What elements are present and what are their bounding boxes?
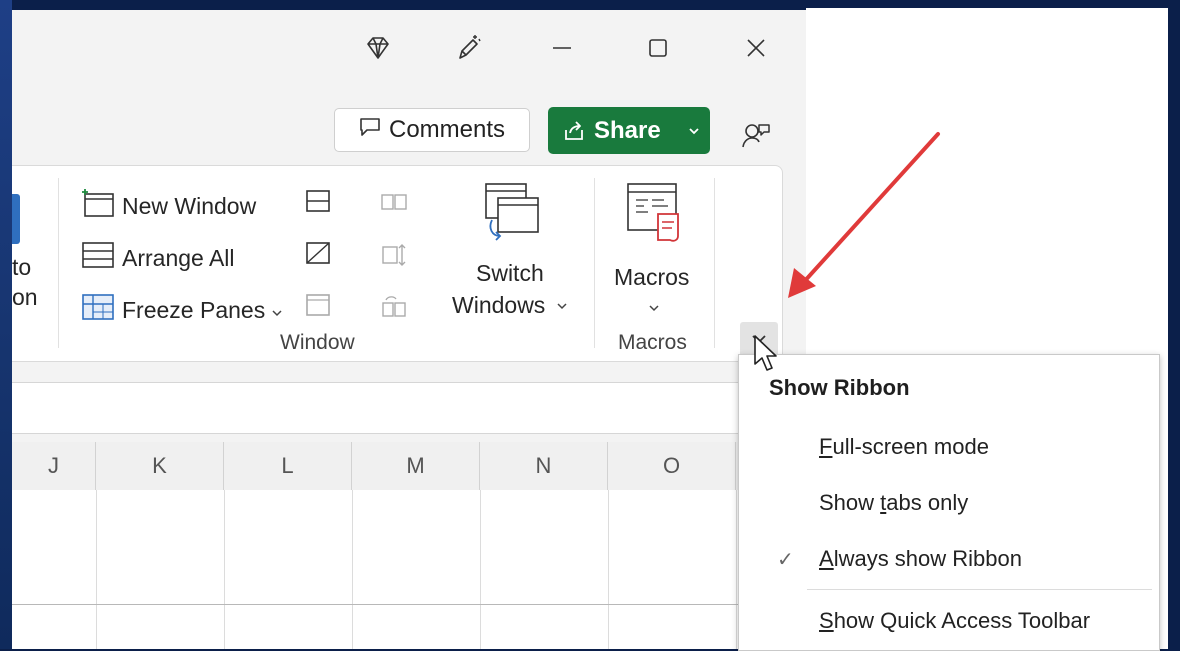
- ribbon-group-separator: [714, 178, 715, 348]
- macros-label: Macros: [614, 264, 690, 290]
- new-window-button[interactable]: New Window: [80, 188, 256, 224]
- split-button[interactable]: [304, 188, 332, 220]
- switch-windows-icon: [478, 180, 542, 247]
- menu-item-label: Show Quick Access Toolbar: [819, 608, 1091, 633]
- column-header-l[interactable]: L: [224, 442, 352, 490]
- close-icon[interactable]: [734, 28, 778, 68]
- grid-line: [608, 490, 609, 649]
- share-button[interactable]: Share: [548, 107, 710, 154]
- window-group-label: Window: [280, 331, 355, 354]
- comments-button[interactable]: Comments: [334, 108, 530, 152]
- grid-line: [736, 490, 737, 649]
- reset-window-position-icon: [380, 294, 408, 326]
- share-label: Share: [594, 116, 661, 144]
- excel-window: Comments Share to on New Window Arrange …: [12, 10, 808, 649]
- macros-chevron-icon: [648, 300, 660, 318]
- maximize-icon[interactable]: [636, 28, 680, 68]
- freeze-panes-chevron-icon: [271, 297, 283, 324]
- menu-item-show-quick-access-toolbar[interactable]: Show Quick Access Toolbar: [739, 595, 1159, 647]
- column-header-j[interactable]: J: [12, 442, 96, 490]
- comments-label: Comments: [388, 116, 506, 143]
- worksheet-grid[interactable]: [12, 490, 806, 649]
- switch-windows-label-line2: Windows: [452, 292, 546, 318]
- column-header-k[interactable]: K: [96, 442, 224, 490]
- diamond-icon[interactable]: [358, 28, 398, 68]
- freeze-panes-icon: [80, 292, 116, 328]
- comment-icon: [359, 116, 381, 144]
- menu-item-label: Always show Ribbon: [819, 546, 1022, 571]
- pen-sparkle-icon[interactable]: [448, 28, 488, 68]
- grid-line: [96, 490, 97, 649]
- mouse-cursor-icon: [754, 335, 777, 371]
- unhide-window-button[interactable]: [304, 292, 332, 324]
- ribbon-group-separator: [58, 178, 59, 348]
- switch-windows-button[interactable]: Switch Windows: [448, 180, 572, 330]
- synchronous-scrolling-icon: [380, 242, 408, 274]
- annotation-arrow-icon: [788, 132, 940, 298]
- grid-line: [12, 604, 806, 605]
- reset-window-position-button[interactable]: [380, 294, 408, 326]
- view-side-by-side-button[interactable]: [380, 190, 408, 220]
- column-header-o[interactable]: O: [608, 442, 736, 490]
- new-window-icon: [80, 188, 116, 224]
- menu-title: Show Ribbon: [769, 375, 910, 400]
- menu-separator: [807, 589, 1152, 590]
- share-dropdown-chevron-icon[interactable]: [678, 107, 710, 154]
- hide-window-button[interactable]: [304, 240, 332, 272]
- column-header-m[interactable]: M: [352, 442, 480, 490]
- column-header-n[interactable]: N: [480, 442, 608, 490]
- view-side-by-side-icon: [380, 190, 408, 220]
- coauthoring-presence-icon[interactable]: [734, 116, 778, 156]
- formula-bar[interactable]: [12, 382, 806, 434]
- freeze-panes-button[interactable]: Freeze Panes: [80, 292, 283, 328]
- arrange-all-label: Arrange All: [122, 244, 235, 271]
- share-icon: [562, 120, 586, 142]
- split-icon: [304, 188, 332, 220]
- checkmark-icon: ✓: [777, 548, 794, 571]
- hide-window-icon: [304, 240, 332, 272]
- partial-button-label-line1: to: [12, 254, 32, 280]
- partial-zoom-icon: [12, 194, 20, 244]
- ribbon: to on New Window Arrange All Freeze Pane…: [12, 165, 783, 362]
- grid-line: [480, 490, 481, 649]
- menu-item-always-show-ribbon[interactable]: ✓ Always show Ribbon: [739, 533, 1159, 585]
- grid-line: [352, 490, 353, 649]
- switch-windows-label-line1: Switch: [476, 260, 544, 286]
- arrange-all-button[interactable]: Arrange All: [80, 240, 235, 276]
- freeze-panes-label: Freeze Panes: [122, 296, 266, 323]
- partial-button-label-line2: on: [12, 284, 38, 310]
- menu-item-show-tabs-only[interactable]: Show tabs only: [739, 477, 1159, 529]
- ribbon-group-separator: [594, 178, 595, 348]
- menu-item-label: Show tabs only: [819, 490, 969, 515]
- menu-item-full-screen-mode[interactable]: Full-screen mode: [739, 421, 1159, 473]
- column-headers: J K L M N O: [12, 442, 806, 491]
- grid-line: [224, 490, 225, 649]
- desktop-background: [0, 0, 12, 649]
- macros-button[interactable]: Macros: [608, 180, 700, 320]
- show-ribbon-menu: Show Ribbon Full-screen mode Show tabs o…: [738, 354, 1160, 651]
- macros-icon: [624, 180, 684, 249]
- minimize-icon[interactable]: [540, 28, 584, 68]
- unhide-window-icon: [304, 292, 332, 324]
- arrange-all-icon: [80, 240, 116, 276]
- menu-item-label: Full-screen mode: [819, 434, 989, 459]
- switch-windows-chevron-icon: [556, 298, 568, 316]
- synchronous-scrolling-button[interactable]: [380, 242, 408, 274]
- new-window-label: New Window: [122, 192, 257, 219]
- macros-group-label: Macros: [618, 331, 687, 354]
